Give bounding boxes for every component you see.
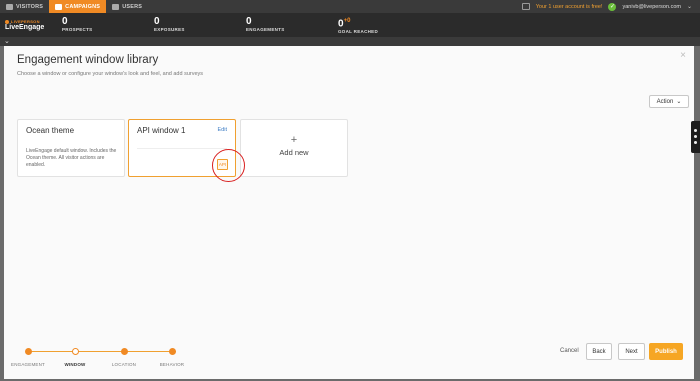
card-title: API window 1 (137, 126, 186, 135)
wizard-progress-line (28, 351, 176, 352)
step-label-location[interactable]: LOCATION (112, 362, 136, 367)
tab-users-label: USERS (122, 3, 143, 10)
step-dot-behavior[interactable] (169, 348, 176, 355)
logo-dot-icon (5, 19, 9, 24)
stat-delta: +0 (343, 18, 351, 24)
user-email[interactable]: yanivb@liveperson.com (622, 4, 680, 10)
stat-label: GOAL REACHED (338, 29, 379, 35)
stat-label: ENGAGEMENTS (246, 27, 285, 32)
top-nav: VISITORS CAMPAIGNS USERS Your 1 user acc… (0, 0, 700, 13)
status-check-icon: ✓ (608, 2, 617, 11)
stat-label: EXPOSURES (154, 27, 185, 32)
stat-goal-reached[interactable]: 0+0 GOAL REACHED (338, 16, 378, 34)
card-add-new[interactable]: + Add new (240, 119, 348, 177)
step-label-behavior[interactable]: BEHAVIOR (160, 362, 185, 367)
plus-icon: + (290, 134, 298, 146)
chevron-down-icon: ⌄ (676, 99, 682, 105)
step-label-window[interactable]: WINDOW (65, 362, 86, 367)
next-button[interactable]: Next (618, 343, 645, 360)
stat-engagements[interactable]: 0 ENGAGEMENTS (246, 16, 285, 32)
step-dot-engagement[interactable] (25, 348, 32, 355)
handle-dot (694, 141, 697, 144)
stat-label: PROSPECTS (62, 27, 93, 32)
handle-dot (694, 129, 697, 132)
card-description: LiveEngage default window. Includes the … (26, 148, 117, 168)
free-account-message[interactable]: Your 1 user account is free! (536, 4, 603, 10)
engagement-window-panel: Engagement window library Choose a windo… (4, 46, 694, 379)
highlight-circle (212, 149, 245, 182)
card-ocean-theme[interactable]: Ocean theme LiveEngage default window. I… (17, 119, 125, 177)
stat-exposures[interactable]: 0 EXPOSURES (154, 16, 185, 32)
action-label: Action (656, 98, 674, 105)
card-edit-link[interactable]: Edit (218, 127, 227, 133)
close-icon[interactable]: × (680, 50, 686, 61)
users-icon (112, 3, 120, 10)
handle-dot (694, 135, 697, 138)
tab-visitors[interactable]: VISITORS (0, 0, 49, 13)
chevron-down-icon[interactable]: ⌄ (687, 3, 692, 10)
stats-bar: LIVEPERSON LiveEngage 0 PROSPECTS 0 EXPO… (0, 13, 700, 37)
card-divider (137, 148, 227, 149)
chevron-down-icon[interactable]: ⌄ (4, 38, 10, 45)
step-label-engagement[interactable]: ENGAGEMENT (11, 362, 45, 367)
stat-value: 0 (154, 16, 160, 27)
side-panel-handle[interactable] (691, 121, 700, 153)
step-dot-location[interactable] (121, 348, 128, 355)
page-title: Engagement window library (17, 54, 159, 66)
step-dot-window[interactable] (72, 348, 79, 355)
tab-users[interactable]: USERS (106, 0, 148, 13)
card-title: Ocean theme (26, 126, 75, 135)
visitors-icon (6, 3, 13, 10)
campaigns-icon (55, 3, 63, 10)
tab-visitors-label: VISITORS (16, 3, 44, 10)
nav-right: Your 1 user account is free! ✓ yanivb@li… (521, 0, 700, 13)
cancel-button[interactable]: Cancel (560, 348, 579, 354)
tab-campaigns-label: CAMPAIGNS (65, 3, 101, 10)
stat-value: 0 (62, 16, 68, 27)
stack-icon[interactable] (521, 3, 530, 10)
publish-button[interactable]: Publish (649, 343, 683, 360)
back-button[interactable]: Back (586, 343, 612, 360)
logo-main-text: LiveEngage (5, 24, 45, 31)
stat-prospects[interactable]: 0 PROSPECTS (62, 16, 92, 32)
action-dropdown[interactable]: Action ⌄ (649, 95, 689, 108)
collapse-strip: ⌄ (0, 37, 700, 46)
tab-campaigns[interactable]: CAMPAIGNS (49, 0, 107, 13)
add-new-label: Add new (279, 148, 309, 157)
page-subtitle: Choose a window or configure your window… (17, 71, 204, 77)
stat-value: 0 (246, 16, 252, 27)
liveengage-logo: LIVEPERSON LiveEngage (0, 19, 56, 31)
